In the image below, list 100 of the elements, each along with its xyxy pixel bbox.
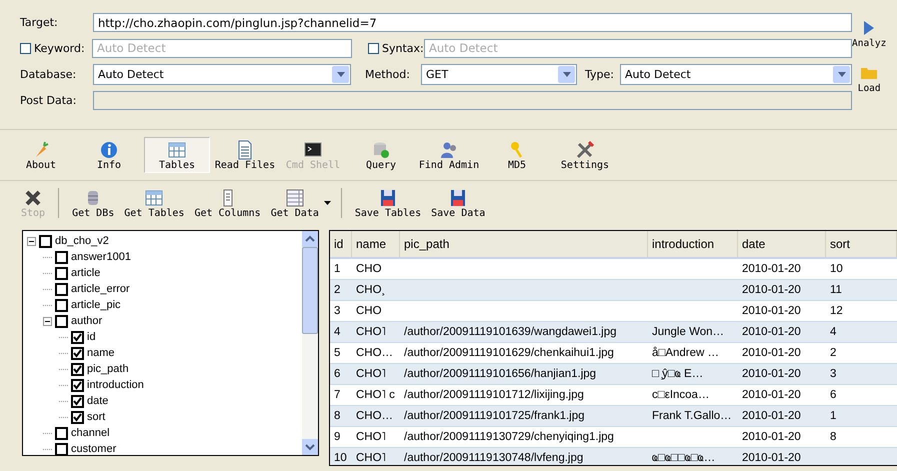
- checkbox[interactable]: [55, 298, 68, 312]
- table-cell: CHO: [356, 263, 382, 275]
- toolbar-tab[interactable]: MD5: [484, 137, 550, 173]
- dropdown-arrow-icon[interactable]: [562, 72, 570, 77]
- tree-item[interactable]: channel: [71, 427, 110, 439]
- post-data-field[interactable]: [93, 91, 852, 110]
- target-field[interactable]: http://cho.zhaopin.com/pinglun.jsp?channelid=7: [93, 13, 852, 32]
- column-header[interactable]: pic_path: [400, 231, 648, 257]
- tree-item[interactable]: id: [87, 331, 96, 343]
- toolbar-tab[interactable]: Find Admin: [416, 137, 482, 173]
- data-icon: [284, 188, 305, 208]
- toolbar-tab[interactable]: Settings: [552, 137, 618, 173]
- checkbox[interactable]: [39, 234, 52, 248]
- table-cell: /author/20091119101712/lixijing.jpg: [404, 389, 584, 401]
- table-cell: 4: [830, 326, 836, 338]
- checkbox[interactable]: [55, 442, 68, 456]
- checkbox[interactable]: [71, 346, 84, 360]
- collapse-toggle[interactable]: [43, 316, 52, 326]
- keyword-field[interactable]: Auto Detect: [92, 39, 352, 58]
- people-icon: [439, 140, 459, 160]
- checkbox[interactable]: [71, 362, 84, 376]
- table-cell: CHO˥: [356, 452, 386, 464]
- table-cell: 2010-01-20: [742, 347, 801, 359]
- table-cell: 2010-01-20: [742, 452, 801, 464]
- table-cell: /author/20091119130748/lvfeng.jpg: [404, 452, 584, 464]
- table-cell: CHO˥: [356, 431, 386, 443]
- table-cell: 6: [830, 389, 836, 401]
- table-cell: 2: [830, 347, 836, 359]
- toolbar-tab[interactable]: Tables: [144, 137, 210, 173]
- scroll-down-icon[interactable]: [302, 439, 318, 455]
- table-cell: CHO…: [356, 410, 394, 422]
- column-header[interactable]: name: [352, 231, 400, 257]
- tree-item[interactable]: introduction: [87, 379, 144, 391]
- column-header[interactable]: introduction: [648, 231, 738, 257]
- scroll-up-icon[interactable]: [302, 231, 318, 247]
- database-dropdown[interactable]: Auto Detect: [93, 64, 351, 85]
- tree-item[interactable]: name: [87, 347, 115, 359]
- type-dropdown[interactable]: Auto Detect: [620, 64, 852, 85]
- table-cell: CHO: [356, 305, 382, 317]
- table-cell: /author/20091119130729/chenyiqing1.jpg: [404, 431, 614, 443]
- toolbar-button[interactable]: Save Data: [428, 183, 488, 223]
- table-cell: 2010-01-20: [742, 410, 801, 422]
- table-cell: 3: [830, 368, 836, 380]
- dropdown-arrow-icon[interactable]: [336, 72, 344, 77]
- tree-item[interactable]: author: [71, 315, 102, 327]
- tree-item[interactable]: sort: [87, 411, 106, 423]
- table-cell: 1: [334, 263, 340, 275]
- toolbar-button[interactable]: Get Columns: [191, 183, 264, 223]
- table-cell: 5: [334, 347, 340, 359]
- tree-item[interactable]: date: [87, 395, 108, 407]
- table-cell: 3: [334, 305, 340, 317]
- grid-icon: [144, 188, 164, 208]
- query-icon: [371, 140, 391, 160]
- checkbox[interactable]: [55, 250, 68, 264]
- checkbox[interactable]: [71, 330, 84, 344]
- toolbar-tab[interactable]: Read Files: [212, 137, 278, 173]
- checkbox[interactable]: [71, 394, 84, 408]
- dropdown-arrow-icon[interactable]: [838, 72, 846, 77]
- toolbar-tab[interactable]: About: [8, 137, 74, 173]
- table-cell: 1: [830, 410, 836, 422]
- toolbar-tab[interactable]: Info: [76, 137, 142, 173]
- column-header[interactable]: sort: [826, 231, 897, 257]
- load-button[interactable]: Load: [852, 63, 886, 94]
- caret-icon[interactable]: [324, 201, 331, 205]
- type-label: Type:: [585, 68, 614, 81]
- table-cell: 2010-01-20: [742, 431, 801, 443]
- table-cell: 2010-01-20: [742, 326, 801, 338]
- toolbar-button[interactable]: Get Tables: [121, 183, 188, 223]
- column-header[interactable]: date: [738, 231, 826, 257]
- tree-item[interactable]: article_pic: [71, 299, 121, 311]
- tree-item[interactable]: customer: [71, 443, 116, 455]
- table-cell: 2010-01-20: [742, 263, 801, 275]
- checkbox[interactable]: [368, 43, 379, 54]
- syntax-field[interactable]: Auto Detect: [424, 39, 852, 58]
- tree-item[interactable]: answer1001: [71, 251, 131, 263]
- tree-item[interactable]: article_error: [71, 283, 130, 295]
- table-cell: 8: [334, 410, 340, 422]
- column-header[interactable]: id: [330, 231, 352, 257]
- checkbox[interactable]: [55, 314, 68, 328]
- checkbox[interactable]: [55, 266, 68, 280]
- collapse-toggle[interactable]: [27, 236, 36, 246]
- method-dropdown[interactable]: GET: [421, 64, 577, 85]
- tree-item[interactable]: db_cho_v2: [55, 235, 109, 247]
- checkbox[interactable]: [71, 378, 84, 392]
- table-cell: 6: [334, 368, 340, 380]
- table-cell: /author/20091119101639/wangdawei1.jpg: [404, 326, 617, 338]
- checkbox[interactable]: [55, 282, 68, 296]
- analyze-button[interactable]: Analyz: [852, 18, 886, 49]
- table-cell: 11: [830, 284, 842, 296]
- checkbox[interactable]: [55, 426, 68, 440]
- tree-item[interactable]: article: [71, 267, 100, 279]
- table-cell: 2010-01-20: [742, 305, 801, 317]
- checkbox[interactable]: [20, 43, 31, 54]
- scrollbar[interactable]: [302, 231, 318, 455]
- tree-item[interactable]: pic_path: [87, 363, 129, 375]
- toolbar-button[interactable]: Get Data: [268, 183, 322, 223]
- toolbar-tab[interactable]: Query: [348, 137, 414, 173]
- toolbar-button[interactable]: Get DBs: [69, 183, 118, 223]
- checkbox[interactable]: [71, 410, 84, 424]
- toolbar-button[interactable]: Save Tables: [352, 183, 424, 223]
